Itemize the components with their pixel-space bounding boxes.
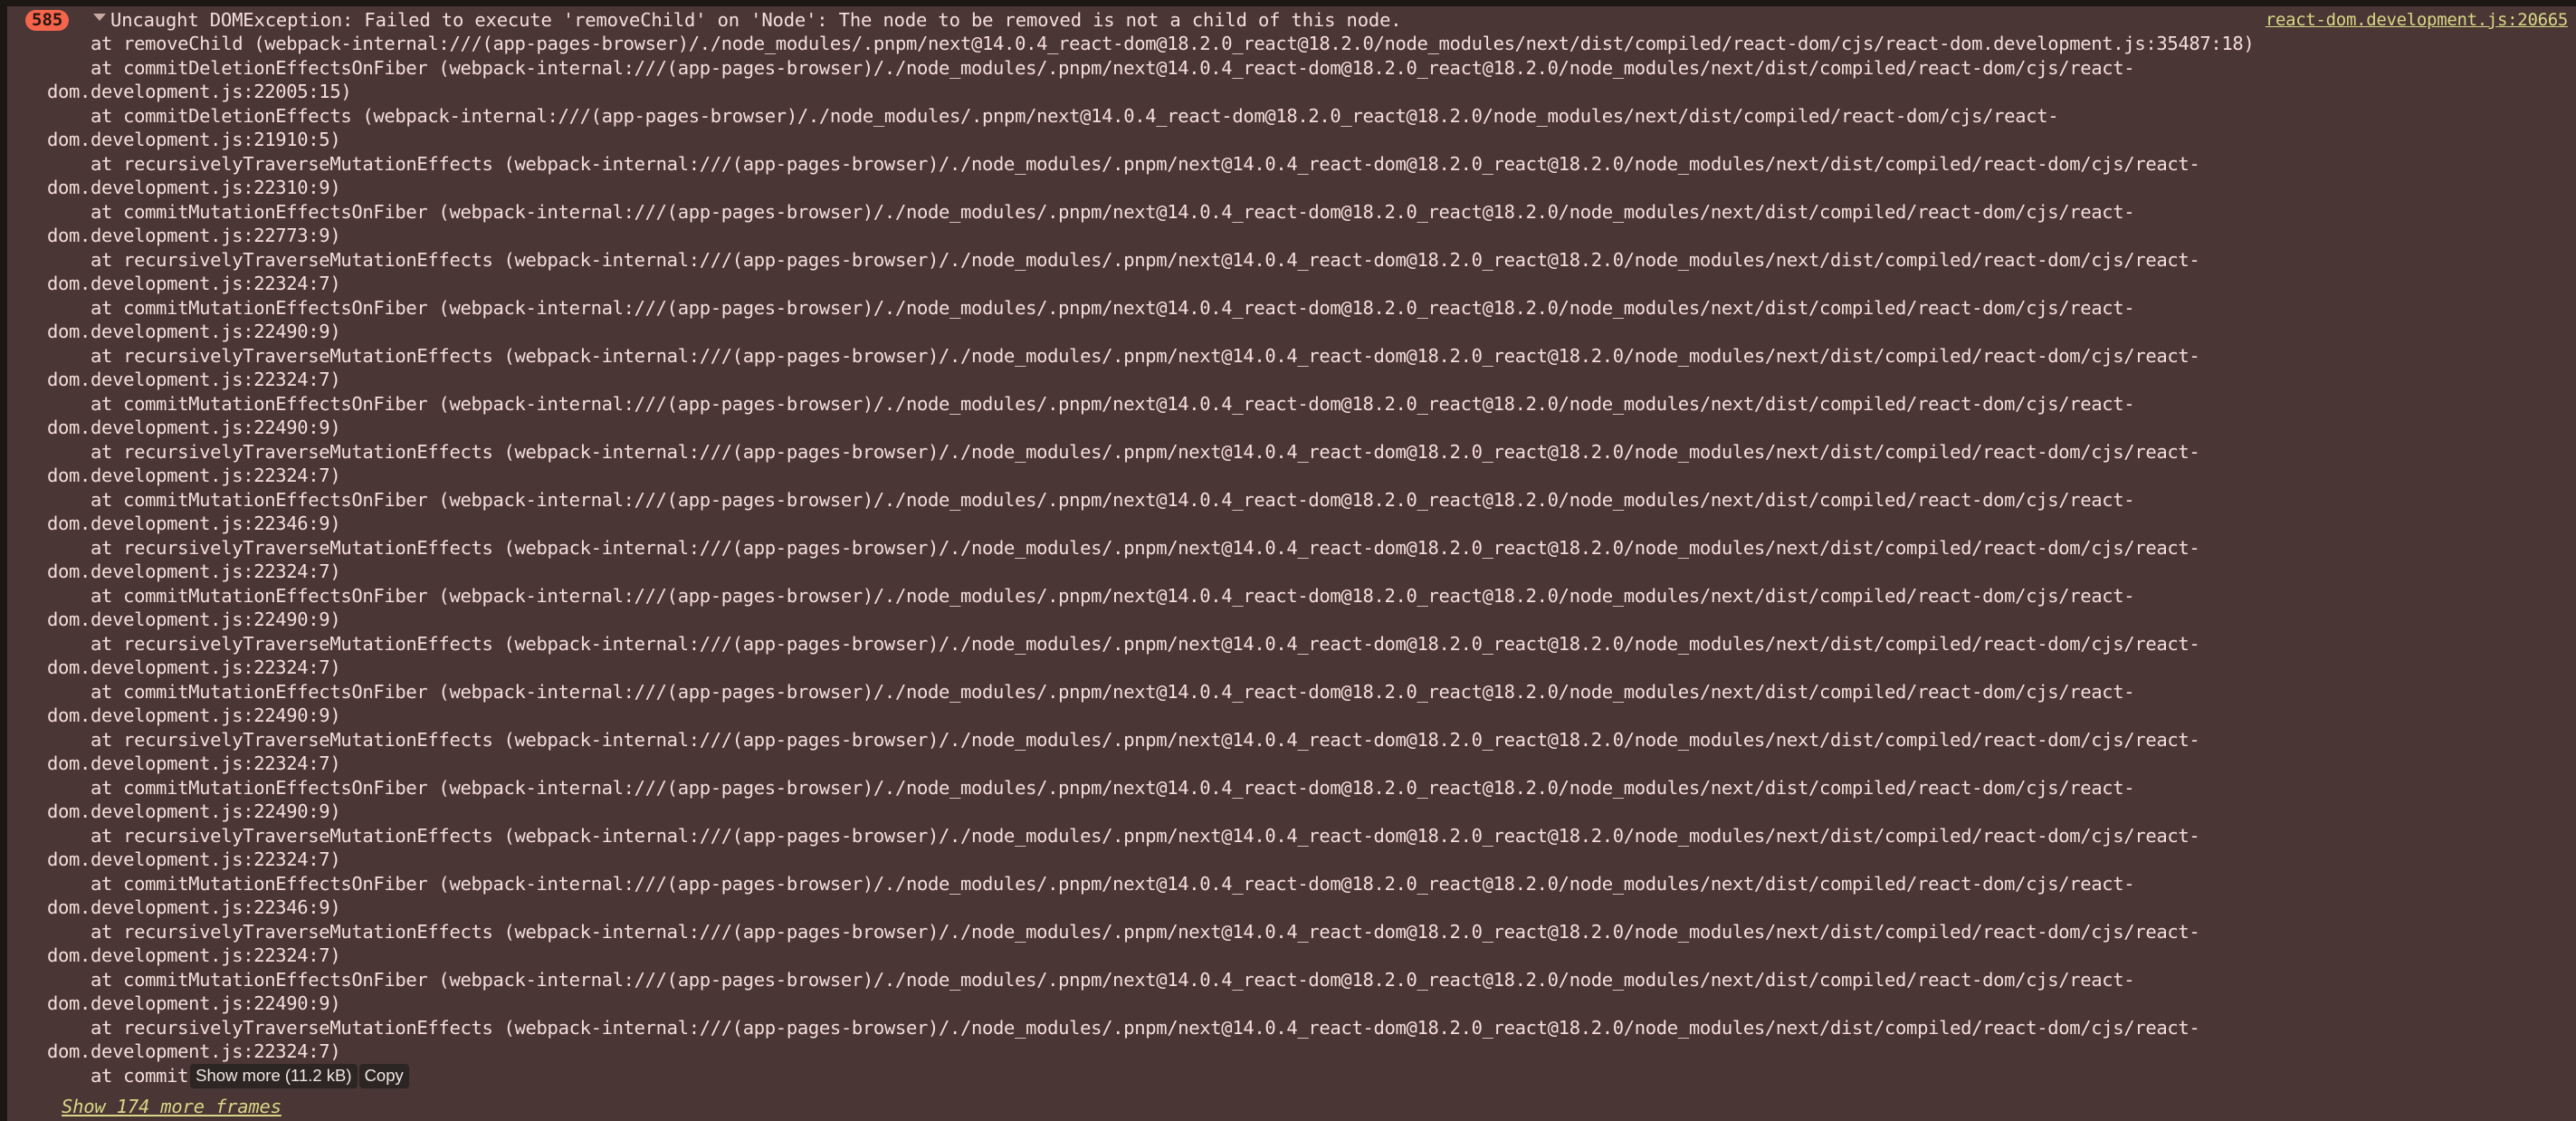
stack-frame-line: at recursivelyTraverseMutationEffects (w… — [47, 1016, 2200, 1039]
stack-frame-line: at commitDeletionEffectsOnFiber (webpack… — [47, 56, 2135, 79]
stack-frame-line: at recursivelyTraverseMutationEffects (w… — [47, 920, 2200, 943]
stack-frame-line: dom.development.js:22324:7) — [47, 273, 341, 294]
stack-frame-line: at commitMutationEffectsOnFiber (webpack… — [47, 296, 2135, 319]
source-location-link[interactable]: react-dom.development.js:20665 — [2266, 8, 2568, 33]
devtools-console-panel: 585 Uncaught DOMException: Failed to exe… — [0, 0, 2576, 1121]
stack-frame-line: dom.development.js:22324:7) — [47, 465, 341, 486]
stack-frame-line: at commitMutationEffectsOnFiber (webpack… — [47, 680, 2135, 703]
stack-frame-line: dom.development.js:22324:7) — [47, 369, 341, 390]
stack-frame-line: dom.development.js:21910:5) — [47, 129, 341, 150]
stack-frame-line: dom.development.js:22324:7) — [47, 1040, 341, 1062]
stack-frame-line: dom.development.js:22490:9) — [47, 704, 341, 726]
stack-frame-line: at commitMutationEffectsOnFiber (webpack… — [47, 776, 2135, 799]
error-message-text: Uncaught DOMException: Failed to execute… — [110, 9, 1402, 31]
stack-frame-truncated-row: at commit Show more (11.2 kB) Copy — [7, 1064, 2576, 1089]
stack-frame-line: at recursivelyTraverseMutationEffects (w… — [47, 824, 2200, 847]
stack-frame-line: dom.development.js:22324:7) — [47, 560, 341, 582]
stack-frame-line: at commitMutationEffectsOnFiber (webpack… — [47, 968, 2135, 991]
stack-frame-line: at commitDeletionEffects (webpack-intern… — [47, 104, 2059, 127]
stack-frame-line: at recursivelyTraverseMutationEffects (w… — [47, 248, 2200, 271]
stack-frame-partial-text: at commit — [47, 1065, 189, 1087]
show-more-frames-link[interactable]: Show 174 more frames — [7, 1089, 2576, 1119]
stack-frame-line: at commitMutationEffectsOnFiber (webpack… — [47, 872, 2135, 895]
stack-frame-line: dom.development.js:22490:9) — [47, 800, 341, 822]
stack-frame-line: at commitMutationEffectsOnFiber (webpack… — [47, 200, 2135, 223]
stack-frame-line: dom.development.js:22346:9) — [47, 896, 341, 918]
stack-frame-line: dom.development.js:22324:7) — [47, 848, 341, 870]
stack-trace: at removeChild (webpack-internal:///(app… — [7, 32, 2576, 1118]
stack-frame-line: dom.development.js:22490:9) — [47, 417, 341, 438]
stack-frame-line: dom.development.js:22005:15) — [47, 81, 352, 102]
stack-frame-line: dom.development.js:22490:9) — [47, 608, 341, 630]
stack-frame-line: dom.development.js:22324:7) — [47, 944, 341, 966]
console-error-header: 585 Uncaught DOMException: Failed to exe… — [7, 6, 2576, 32]
stack-frame-line: at commitMutationEffectsOnFiber (webpack… — [47, 584, 2135, 607]
stack-frame-line: at recursivelyTraverseMutationEffects (w… — [47, 344, 2200, 367]
stack-frame-line: dom.development.js:22346:9) — [47, 513, 341, 534]
stack-frame-line: at commitMutationEffectsOnFiber (webpack… — [47, 488, 2135, 511]
chevron-down-icon[interactable] — [93, 14, 106, 21]
stack-frame-line: at removeChild (webpack-internal:///(app… — [47, 33, 2255, 54]
stack-frame-line: dom.development.js:22324:7) — [47, 656, 341, 678]
stack-frame-line: at recursivelyTraverseMutationEffects (w… — [47, 728, 2200, 751]
error-count-badge: 585 — [25, 10, 70, 31]
stack-frame-line: at recursivelyTraverseMutationEffects (w… — [47, 440, 2200, 463]
stack-frame-line: at recursivelyTraverseMutationEffects (w… — [47, 632, 2200, 655]
show-more-button[interactable]: Show more (11.2 kB) — [190, 1064, 358, 1088]
stack-frame-line: dom.development.js:22324:7) — [47, 752, 341, 774]
stack-frame-line: dom.development.js:22773:9) — [47, 225, 341, 246]
stack-frame-line: dom.development.js:22490:9) — [47, 321, 341, 342]
stack-frame-line: at recursivelyTraverseMutationEffects (w… — [47, 152, 2200, 175]
stack-frame-line: at commitMutationEffectsOnFiber (webpack… — [47, 392, 2135, 415]
stack-frame-line: at recursivelyTraverseMutationEffects (w… — [47, 536, 2200, 559]
stack-frame-line: dom.development.js:22310:9) — [47, 177, 341, 198]
copy-button[interactable]: Copy — [358, 1064, 409, 1088]
stack-frame-line: dom.development.js:22490:9) — [47, 992, 341, 1014]
console-error-entry[interactable]: 585 Uncaught DOMException: Failed to exe… — [7, 6, 2576, 1121]
